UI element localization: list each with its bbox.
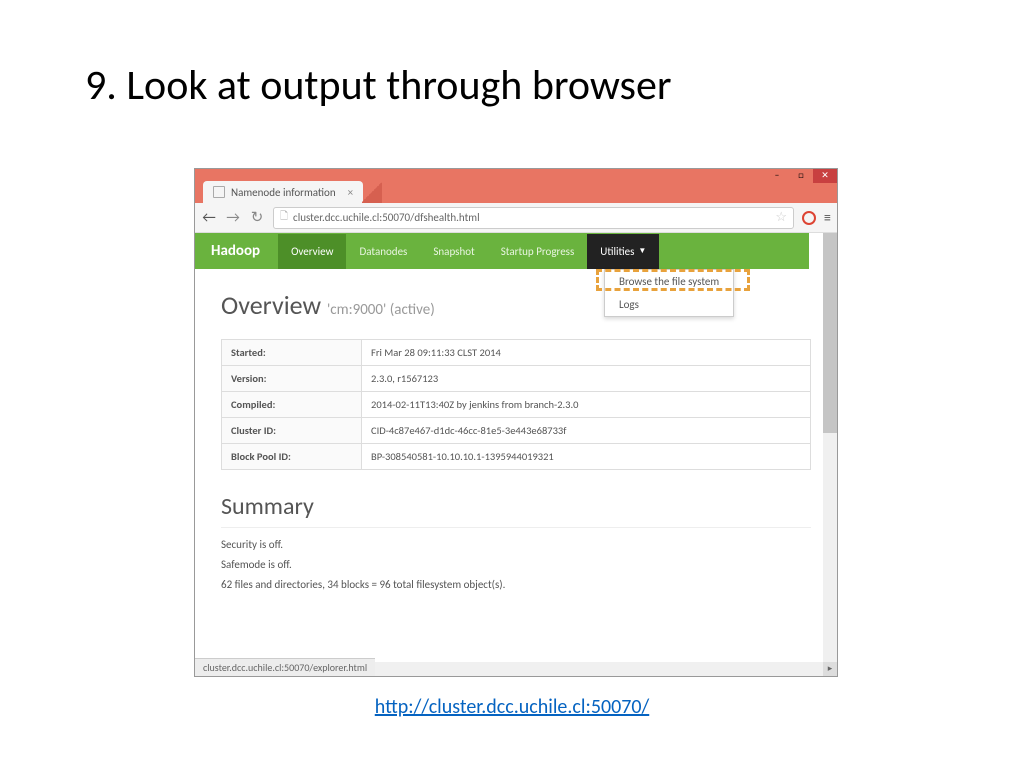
vertical-scrollbar[interactable] (823, 233, 837, 676)
cell-val: 2014-02-11T13:40Z by jenkins from branch… (362, 392, 811, 418)
heading-sub: 'cm:9000' (active) (327, 301, 435, 319)
nav-snapshot[interactable]: Snapshot (420, 234, 487, 269)
page-viewport: Hadoop Overview Datanodes Snapshot Start… (195, 233, 837, 676)
url-input[interactable]: 🗋 cluster.dcc.uchile.cl:50070/dfshealth.… (273, 207, 794, 229)
horizontal-scrollbar[interactable]: cluster.dcc.uchile.cl:50070/explorer.htm… (195, 662, 837, 676)
page-icon (213, 186, 225, 198)
extension-icon[interactable] (802, 211, 816, 225)
maximize-button[interactable]: □ (789, 169, 813, 183)
dropdown-logs[interactable]: Logs (605, 293, 733, 316)
address-bar: ← → ↻ 🗋 cluster.dcc.uchile.cl:50070/dfsh… (195, 203, 837, 233)
browser-tab[interactable]: Namenode information × (203, 181, 363, 203)
nav-utilities[interactable]: Utilities ▼ (587, 234, 659, 269)
slide-title: 9. Look at output through browser (0, 0, 1024, 111)
tab-strip: Namenode information × (195, 177, 837, 203)
slide-link[interactable]: http://cluster.dcc.uchile.cl:50070/ (0, 695, 1024, 719)
table-row: Compiled:2014-02-11T13:40Z by jenkins fr… (222, 392, 811, 418)
window-titlebar: − □ ✕ (195, 169, 837, 177)
cell-val: BP-308540581-10.10.10.1-1395944019321 (362, 444, 811, 470)
summary-line: 62 files and directories, 34 blocks = 96… (221, 578, 811, 591)
cell-key: Version: (222, 366, 362, 392)
nav-overview[interactable]: Overview (278, 234, 346, 269)
overview-table: Started:Fri Mar 28 09:11:33 CLST 2014 Ve… (221, 339, 811, 470)
table-row: Started:Fri Mar 28 09:11:33 CLST 2014 (222, 340, 811, 366)
heading-text: Overview (221, 289, 321, 321)
summary-line: Safemode is off. (221, 558, 811, 571)
chevron-down-icon: ▼ (638, 246, 646, 256)
hadoop-navbar: Hadoop Overview Datanodes Snapshot Start… (195, 233, 809, 269)
browser-window: − □ ✕ Namenode information × ← → ↻ 🗋 clu… (194, 168, 838, 677)
cell-val: CID-4c87e467-d1dc-46cc-81e5-3e443e68733f (362, 418, 811, 444)
utilities-dropdown: Browse the file system Logs (604, 269, 734, 317)
table-row: Block Pool ID:BP-308540581-10.10.10.1-13… (222, 444, 811, 470)
cell-key: Block Pool ID: (222, 444, 362, 470)
forward-button[interactable]: → (225, 209, 241, 227)
scrollbar-thumb[interactable] (823, 233, 837, 433)
summary-heading: Summary (221, 492, 811, 528)
cell-key: Started: (222, 340, 362, 366)
tab-title: Namenode information (231, 186, 336, 199)
nav-brand[interactable]: Hadoop (211, 242, 260, 260)
new-tab-button[interactable] (362, 181, 382, 203)
status-bar: cluster.dcc.uchile.cl:50070/explorer.htm… (195, 658, 375, 676)
tab-close-icon[interactable]: × (348, 186, 353, 199)
summary-line: Security is off. (221, 538, 811, 551)
table-row: Cluster ID:CID-4c87e467-d1dc-46cc-81e5-3… (222, 418, 811, 444)
cell-key: Cluster ID: (222, 418, 362, 444)
cell-val: 2.3.0, r1567123 (362, 366, 811, 392)
utilities-label: Utilities (600, 245, 634, 258)
minimize-button[interactable]: − (765, 169, 789, 183)
hamburger-menu-icon[interactable]: ≡ (824, 209, 831, 226)
nav-startup-progress[interactable]: Startup Progress (488, 234, 588, 269)
site-info-icon: 🗋 (280, 209, 288, 226)
bookmark-icon[interactable]: ☆ (775, 210, 787, 225)
scroll-right-button[interactable]: ▸ (823, 662, 837, 676)
cell-val: Fri Mar 28 09:11:33 CLST 2014 (362, 340, 811, 366)
url-text: cluster.dcc.uchile.cl:50070/dfshealth.ht… (293, 211, 480, 224)
nav-datanodes[interactable]: Datanodes (346, 234, 420, 269)
cell-key: Compiled: (222, 392, 362, 418)
reload-button[interactable]: ↻ (249, 208, 265, 227)
table-row: Version:2.3.0, r1567123 (222, 366, 811, 392)
close-button[interactable]: ✕ (813, 169, 837, 183)
back-button[interactable]: ← (201, 209, 217, 227)
dropdown-browse-fs[interactable]: Browse the file system (605, 270, 733, 293)
